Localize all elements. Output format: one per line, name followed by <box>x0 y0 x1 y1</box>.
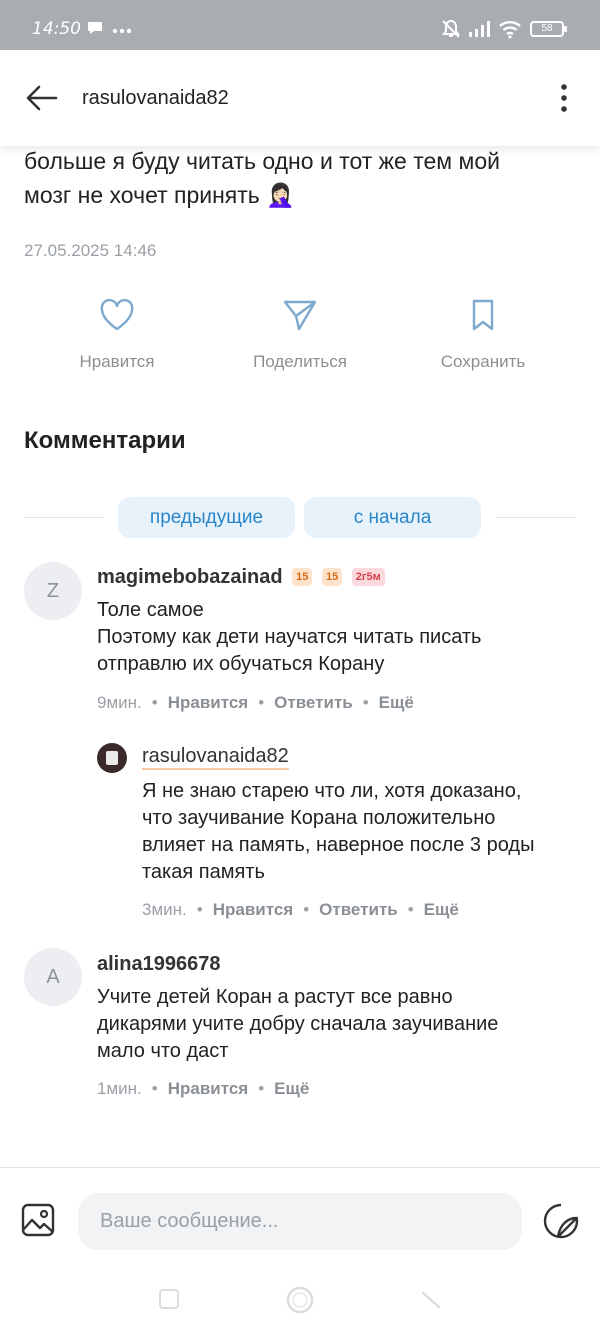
comment-line: отправлю их обучаться Корану <box>97 653 385 675</box>
comment-line: мало что даст <box>97 1040 229 1062</box>
status-bar: 14:50 58 <box>0 0 600 50</box>
reply-button[interactable]: Ответить <box>274 693 353 712</box>
comment-time: 9мин. <box>97 693 142 712</box>
image-attach-icon[interactable] <box>20 1202 56 1238</box>
silent-bell-icon <box>440 18 462 45</box>
comment-line: Толе самое <box>97 599 204 621</box>
reply-button[interactable]: Ответить <box>319 900 398 919</box>
comment-line: Я не знаю старею что ли, хотя доказано, <box>142 780 522 802</box>
like-button[interactable]: Нравится <box>37 298 197 372</box>
message-field[interactable] <box>78 1193 522 1250</box>
heart-icon <box>37 298 197 332</box>
save-button[interactable]: Сохранить <box>403 298 563 372</box>
comments-title: Комментарии <box>24 427 186 454</box>
battery-icon: 58 <box>530 21 567 37</box>
post-date: 27.05.2025 14:46 <box>24 241 157 260</box>
comment-text: Я не знаю старею что ли, хотя доказано, … <box>142 778 592 886</box>
avatar[interactable]: Z <box>24 562 82 620</box>
more-button[interactable]: Ещё <box>424 900 459 919</box>
comment-text: Учите детей Коран а растут все равно дик… <box>97 984 577 1065</box>
previous-comments-button[interactable]: предыдущие <box>118 497 295 538</box>
comment-meta: 3мин. • Нравится • Ответить • Ещё <box>142 900 459 919</box>
chat-notification-icon <box>86 20 104 41</box>
send-icon <box>220 298 380 332</box>
post-text: больше я буду читать одно и тот же тем м… <box>24 144 584 212</box>
comment-line: что заучивание Корана положительно <box>142 807 496 829</box>
post-text-line: мозг не хочет принять 🤦🏻‍♀️ <box>24 182 295 208</box>
from-start-button[interactable]: с начала <box>304 497 481 538</box>
avatar[interactable] <box>97 743 127 773</box>
more-button[interactable]: Ещё <box>379 693 414 712</box>
comment-time: 3мин. <box>142 900 187 919</box>
divider <box>24 517 104 518</box>
level-badge: 15 <box>321 568 343 586</box>
like-comment-button[interactable]: Нравится <box>168 1079 249 1098</box>
more-vertical-icon[interactable] <box>552 82 576 114</box>
message-input[interactable] <box>100 1193 500 1250</box>
comment-meta: 9мин. • Нравится • Ответить • Ещё <box>97 693 414 712</box>
system-nav-bar <box>0 1268 600 1333</box>
like-comment-button[interactable]: Нравится <box>168 693 249 712</box>
like-comment-button[interactable]: Нравится <box>213 900 294 919</box>
comment-line: дикарями учите добру сначала заучивание <box>97 1013 499 1035</box>
back-icon[interactable] <box>420 1288 442 1315</box>
comment-author[interactable]: magimebobazainad 15 15 2г5м <box>97 566 385 589</box>
comment-meta: 1мин. • Нравится • Ещё <box>97 1079 310 1098</box>
save-label: Сохранить <box>440 352 526 371</box>
more-button[interactable]: Ещё <box>274 1079 309 1098</box>
level-badge: 15 <box>292 568 313 586</box>
sticker-icon[interactable] <box>542 1202 580 1240</box>
comment-line: Учите детей Коран а растут все равно <box>97 986 453 1008</box>
comment-line: такая память <box>142 861 265 883</box>
comment-text: Толе самое Поэтому как дети научатся чит… <box>97 597 577 678</box>
signal-icon <box>468 20 492 43</box>
comment-author-name: magimebobazainad <box>97 566 283 588</box>
more-notifications-icon <box>112 22 132 40</box>
divider <box>0 1167 600 1168</box>
home-icon[interactable] <box>285 1285 315 1320</box>
post-text-line: больше я буду читать одно и тот же тем м… <box>24 148 500 174</box>
bookmark-icon <box>403 298 563 332</box>
comment-time: 1мин. <box>97 1079 142 1098</box>
page-title[interactable]: rasulovanaida82 <box>82 87 229 110</box>
age-badge: 2г5м <box>351 568 385 586</box>
avatar[interactable]: A <box>24 948 82 1006</box>
comment-author-name[interactable]: rasulovanaida82 <box>142 745 289 770</box>
recent-apps-icon[interactable] <box>158 1288 180 1315</box>
comment-line: Поэтому как дети научатся читать писать <box>97 626 482 648</box>
post-actions: Нравится Поделиться Сохранить <box>0 298 600 388</box>
divider <box>496 517 576 518</box>
wifi-icon <box>498 19 522 44</box>
share-button[interactable]: Поделиться <box>220 298 380 372</box>
app-header: rasulovanaida82 <box>0 50 600 146</box>
comment-author-name[interactable]: alina1996678 <box>97 953 220 976</box>
like-label: Нравится <box>79 352 155 371</box>
status-time: 14:50 <box>32 19 81 39</box>
share-label: Поделиться <box>253 352 347 371</box>
back-arrow-icon[interactable] <box>24 82 60 114</box>
comment-line: влияет на память, наверное после 3 роды <box>142 834 535 856</box>
